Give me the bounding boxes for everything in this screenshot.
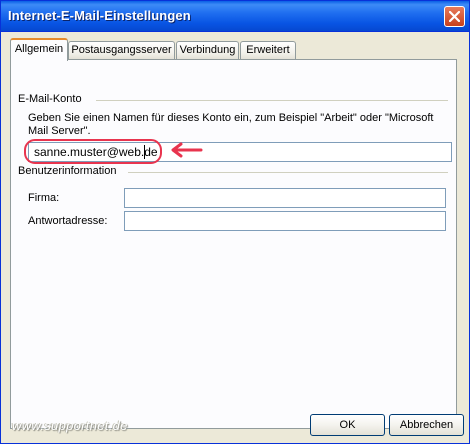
- firma-input[interactable]: [124, 188, 446, 208]
- tab-allgemein[interactable]: Allgemein: [10, 38, 68, 61]
- account-group-title: E-Mail-Konto: [18, 93, 85, 105]
- close-button[interactable]: [444, 6, 465, 27]
- close-icon: [449, 11, 460, 22]
- annotation-highlight: [24, 139, 162, 164]
- arrow-left-icon: [171, 142, 203, 158]
- tab-postausgangsserver[interactable]: Postausgangsserver: [68, 41, 175, 59]
- dialog-window: Internet-E-Mail-Einstellungen Allgemein …: [0, 0, 470, 444]
- ok-button[interactable]: OK: [310, 414, 385, 436]
- tab-erweitert[interactable]: Erweitert: [240, 41, 296, 59]
- tab-panel-allgemein: E-Mail-Konto Geben Sie einen Namen für d…: [10, 59, 457, 429]
- watermark-text: www.supportnet.de: [12, 418, 128, 433]
- group-divider: [128, 172, 448, 173]
- antwortadresse-input[interactable]: [124, 211, 446, 231]
- cancel-button[interactable]: Abbrechen: [389, 414, 464, 436]
- user-group-title: Benutzerinformation: [18, 165, 120, 177]
- firma-label: Firma:: [28, 192, 60, 204]
- dialog-body: Allgemein Postausgangsserver Verbindung …: [4, 32, 466, 441]
- account-help-text: Geben Sie einen Namen für dieses Konto e…: [28, 112, 434, 137]
- window-title: Internet-E-Mail-Einstellungen: [8, 8, 191, 23]
- title-bar[interactable]: Internet-E-Mail-Einstellungen: [1, 1, 469, 32]
- group-divider: [96, 100, 448, 101]
- tab-verbindung[interactable]: Verbindung: [176, 41, 239, 59]
- antwortadresse-label: Antwortadresse:: [28, 215, 108, 227]
